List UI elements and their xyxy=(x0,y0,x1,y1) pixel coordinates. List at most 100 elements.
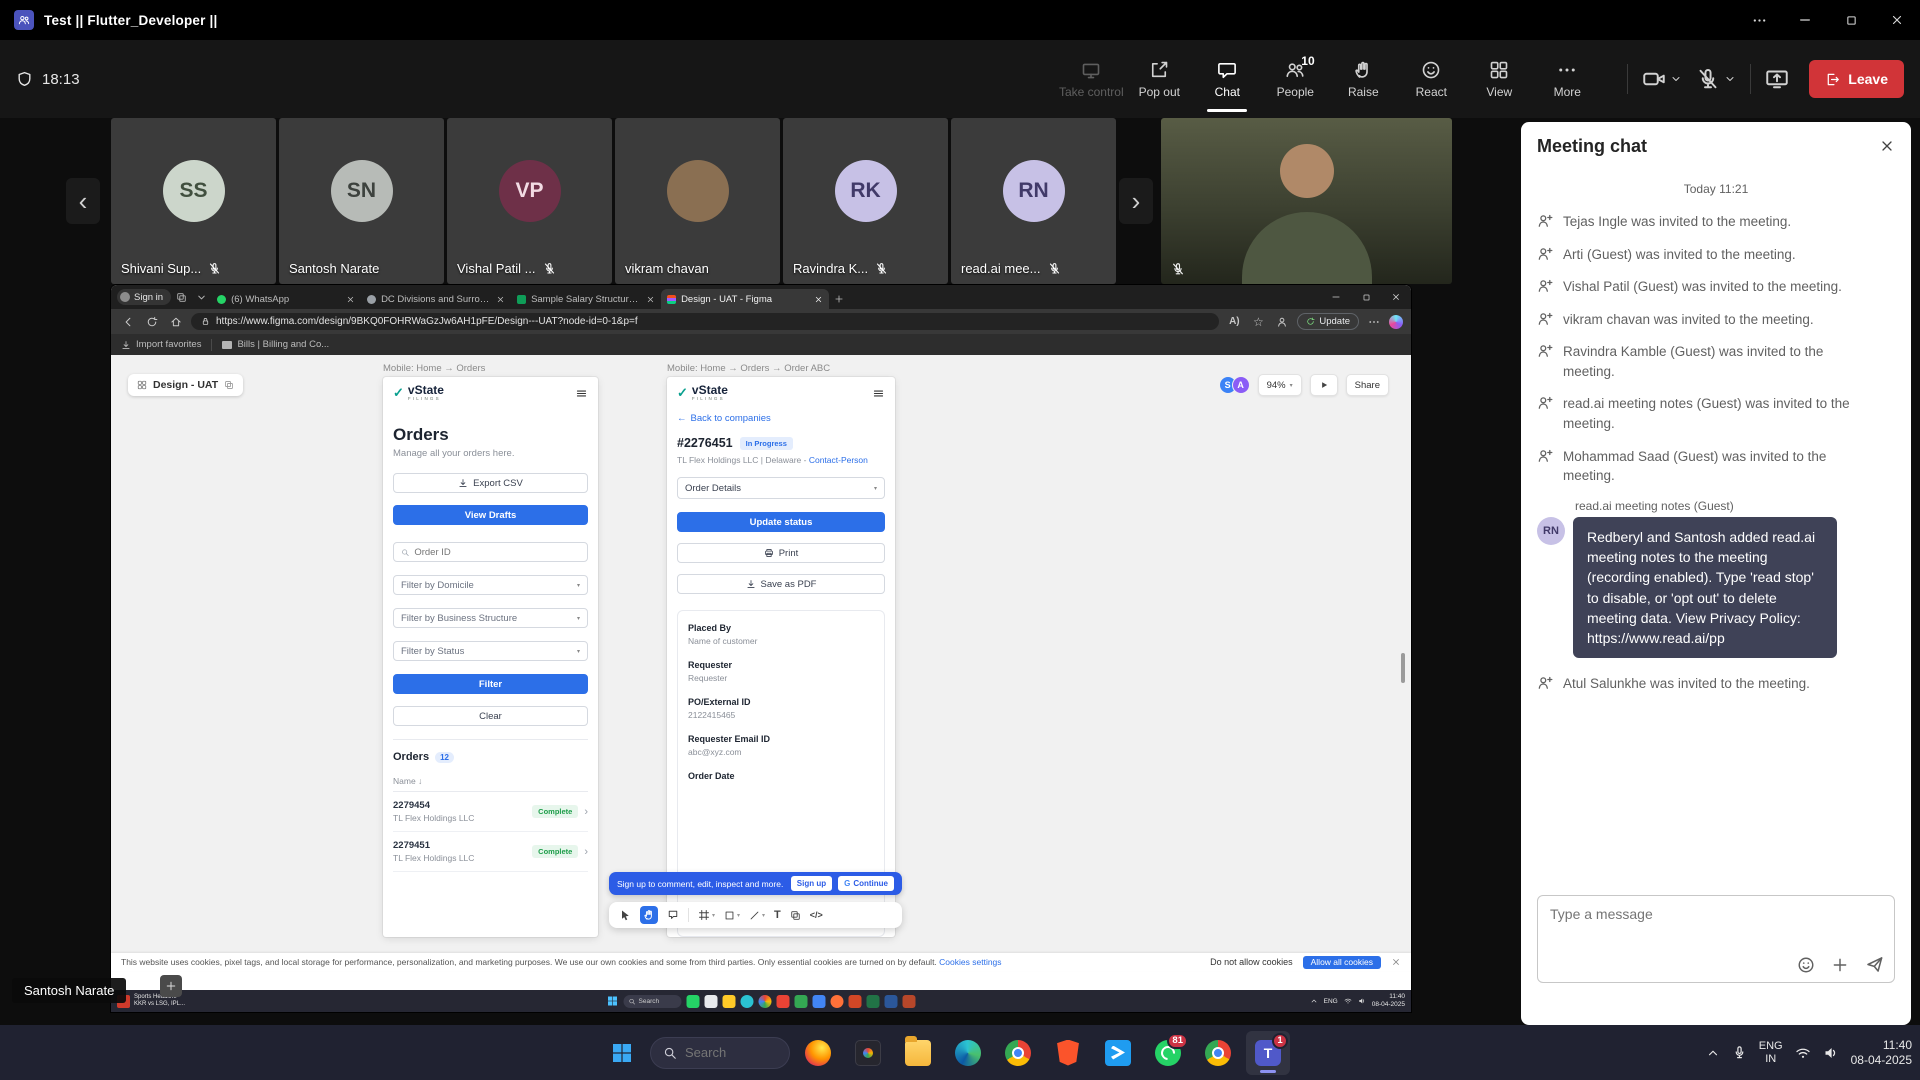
whatsapp-icon[interactable]: 81 xyxy=(1146,1031,1190,1075)
leave-button[interactable]: Leave xyxy=(1809,60,1904,98)
taskbar-clock[interactable]: 11:4008-04-2025 xyxy=(1851,1038,1912,1068)
favorite-star-icon[interactable]: ☆ xyxy=(1249,313,1267,331)
tray-mic-icon[interactable] xyxy=(1732,1045,1747,1060)
tab-close-icon[interactable] xyxy=(496,295,505,304)
mic-button[interactable] xyxy=(1696,67,1736,91)
participant-tile[interactable]: vikram chavan xyxy=(615,118,780,284)
import-favorites-button[interactable]: Import favorites xyxy=(121,339,201,350)
order-id-field[interactable] xyxy=(414,547,580,558)
language-indicator[interactable]: ENGIN xyxy=(1759,1040,1783,1066)
filter-business-select[interactable]: Filter by Business Structure▾ xyxy=(393,608,588,628)
start-button[interactable] xyxy=(600,1031,644,1075)
participant-tile[interactable]: RN read.ai mee... xyxy=(951,118,1116,284)
comment-tool[interactable] xyxy=(667,909,679,921)
signup-button[interactable]: Sign up xyxy=(791,876,832,891)
more-button[interactable]: More xyxy=(1533,46,1601,112)
close-button[interactable] xyxy=(1874,0,1920,40)
brave-icon[interactable] xyxy=(1046,1031,1090,1075)
maximize-button[interactable] xyxy=(1828,0,1874,40)
chevron-down-icon[interactable] xyxy=(1670,73,1682,85)
print-button[interactable]: Print xyxy=(677,543,885,563)
vscode-icon[interactable] xyxy=(1096,1031,1140,1075)
favorites-folder[interactable]: Bills | Billing and Co... xyxy=(222,339,329,350)
settings-dots-icon[interactable] xyxy=(1365,313,1383,331)
filter-button[interactable]: Filter xyxy=(393,674,588,694)
taskbar-app-icon[interactable] xyxy=(759,995,772,1008)
view-button[interactable]: View xyxy=(1465,46,1533,112)
tab-close-icon[interactable] xyxy=(646,295,655,304)
scroll-right-button[interactable]: › xyxy=(1119,178,1153,224)
teams-icon[interactable]: T1 xyxy=(1246,1031,1290,1075)
file-explorer-icon[interactable] xyxy=(896,1031,940,1075)
browser-profile-button[interactable]: Sign in xyxy=(117,289,171,305)
figma-file-chip[interactable]: Design - UAT xyxy=(128,374,243,396)
read-aloud-icon[interactable]: A) xyxy=(1225,313,1243,331)
figma-frame-order-detail[interactable]: ✓ vStateFILINGS ← Back to companies #227… xyxy=(667,377,895,937)
order-id-input[interactable] xyxy=(393,542,588,562)
export-csv-button[interactable]: Export CSV xyxy=(393,473,588,493)
figma-frame-orders[interactable]: ✓ vStateFILINGS Orders Manage all your o… xyxy=(383,377,598,937)
back-icon[interactable] xyxy=(119,313,137,331)
mini-search[interactable]: Search xyxy=(624,995,682,1008)
copilot-icon[interactable] xyxy=(1389,315,1403,329)
browser-tab[interactable]: DC Divisions and Surroundings xyxy=(361,289,511,309)
browser-close-button[interactable] xyxy=(1381,285,1411,309)
privacy-policy-link[interactable]: https://www.read.ai/pp xyxy=(1587,630,1725,646)
taskbar-app-icon[interactable] xyxy=(885,995,898,1008)
profile-sync-icon[interactable] xyxy=(1273,313,1291,331)
allow-cookies-button[interactable]: Allow all cookies xyxy=(1303,956,1381,969)
people-button[interactable]: 10 People xyxy=(1261,46,1329,112)
chat-button[interactable]: Chat xyxy=(1193,46,1261,112)
tab-close-icon[interactable] xyxy=(346,295,355,304)
hamburger-icon[interactable] xyxy=(872,387,885,400)
clear-button[interactable]: Clear xyxy=(393,706,588,726)
refresh-icon[interactable] xyxy=(143,313,161,331)
minimize-button[interactable] xyxy=(1782,0,1828,40)
participant-tile[interactable]: RK Ravindra K... xyxy=(783,118,948,284)
order-row[interactable]: 2279454TL Flex Holdings LLC Complete› xyxy=(393,792,588,832)
text-tool[interactable]: T xyxy=(774,909,781,921)
tab-close-icon[interactable] xyxy=(814,295,823,304)
workspaces-icon[interactable] xyxy=(171,288,191,306)
edge-icon[interactable] xyxy=(946,1031,990,1075)
participant-tile[interactable]: SS Shivani Sup... xyxy=(111,118,276,284)
order-details-select[interactable]: Order Details▾ xyxy=(677,477,885,499)
chat-message-list[interactable]: Today 11:21 Tejas Ingle was invited to t… xyxy=(1521,170,1911,887)
wifi-icon[interactable] xyxy=(1795,1045,1811,1061)
chrome-profile-icon[interactable] xyxy=(1196,1031,1240,1075)
taskbar-app-icon[interactable] xyxy=(777,995,790,1008)
react-button[interactable]: React xyxy=(1397,46,1465,112)
dev-mode-tool[interactable]: </> xyxy=(810,910,823,920)
taskbar-app-icon[interactable] xyxy=(813,995,826,1008)
hand-tool[interactable] xyxy=(640,906,658,924)
url-input[interactable]: https://www.figma.com/design/9BKQ0FOHRWa… xyxy=(191,313,1219,330)
new-tab-button[interactable] xyxy=(829,289,849,309)
figma-share-button[interactable]: Share xyxy=(1346,374,1389,396)
pen-tool[interactable]: ▾ xyxy=(749,910,765,921)
taskbar-app-icon[interactable] xyxy=(741,995,754,1008)
frame-tool[interactable]: ▾ xyxy=(698,909,715,921)
titlebar-more-icon[interactable] xyxy=(1736,0,1782,40)
hidden-icons-chevron[interactable] xyxy=(1706,1046,1720,1060)
browser-maximize-button[interactable] xyxy=(1351,285,1381,309)
frame-label[interactable]: Mobile: Home → Orders → Order ABC xyxy=(667,363,830,374)
column-header[interactable]: Name ↓ xyxy=(393,776,588,792)
share-button[interactable] xyxy=(1765,67,1789,91)
order-row[interactable]: 2279451TL Flex Holdings LLC Complete› xyxy=(393,832,588,872)
pop-out-button[interactable]: Pop out xyxy=(1125,46,1193,112)
browser-update-button[interactable]: Update xyxy=(1297,313,1359,330)
taskbar-app-icon[interactable] xyxy=(795,995,808,1008)
participant-tile[interactable]: VP Vishal Patil ... xyxy=(447,118,612,284)
participant-tile[interactable]: SN Santosh Narate xyxy=(279,118,444,284)
browser-tab[interactable]: Sample Salary Structure with cal... xyxy=(511,289,661,309)
photos-icon[interactable] xyxy=(846,1031,890,1075)
cookie-settings-link[interactable]: Cookies settings xyxy=(939,957,1001,967)
emoji-icon[interactable] xyxy=(1797,956,1815,974)
google-continue-button[interactable]: GContinue xyxy=(838,876,894,891)
taskbar-app-icon[interactable] xyxy=(849,995,862,1008)
spotlight-tile[interactable] xyxy=(1161,118,1452,284)
raise-button[interactable]: Raise xyxy=(1329,46,1397,112)
home-icon[interactable] xyxy=(167,313,185,331)
volume-icon[interactable] xyxy=(1823,1045,1839,1061)
move-tool[interactable] xyxy=(619,909,631,921)
